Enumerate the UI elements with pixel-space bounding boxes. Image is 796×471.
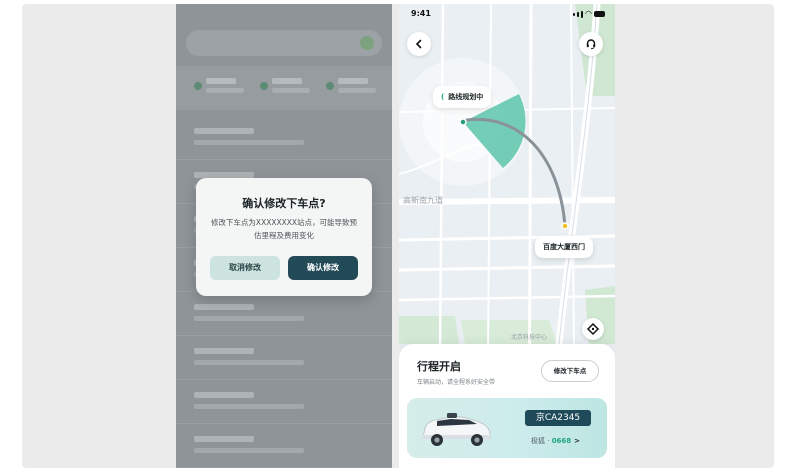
blurred-search-bar (186, 30, 382, 56)
status-icons: ◠ (573, 10, 605, 18)
blurred-tab (194, 78, 244, 98)
locate-button[interactable] (582, 318, 604, 340)
support-button[interactable] (579, 32, 603, 56)
headset-icon (586, 39, 596, 50)
confirm-button[interactable]: 确认修改 (288, 256, 358, 280)
list-item (176, 292, 392, 336)
car-image (422, 413, 492, 446)
origin-marker (459, 118, 467, 126)
car-code: 0668 (551, 437, 572, 445)
confirm-dialog: 确认修改下车点? 修改下车点为XXXXXXXX站点，可能导致预估里程及费用变化 … (196, 178, 372, 296)
cancel-button[interactable]: 取消修改 (210, 256, 280, 280)
dialog-body: 修改下车点为XXXXXXXX站点，可能导致预估里程及费用变化 (210, 218, 358, 240)
wifi-icon: ◠ (585, 9, 592, 18)
list-item (176, 336, 392, 380)
modify-dropoff-button[interactable]: 修改下车点 (541, 360, 599, 382)
destination-pill[interactable]: 百度大厦西门 (535, 236, 593, 258)
back-button[interactable] (407, 32, 431, 56)
bottom-map-label: 北京科技中心 (511, 334, 548, 341)
avatar (360, 36, 374, 50)
list-item (176, 380, 392, 424)
trip-subtitle: 车辆启动，请全程系好安全带 (417, 379, 496, 386)
chevron-left-icon (415, 39, 422, 49)
canvas: 确认修改下车点? 修改下车点为XXXXXXXX站点，可能导致预估里程及费用变化 … (22, 4, 774, 468)
route-status-pill: (路线规划中 (433, 86, 492, 108)
dialog-title: 确认修改下车点? (242, 197, 326, 210)
crosshair-icon (586, 322, 600, 336)
car-model-label: 极狐 · (531, 437, 552, 445)
car-info: 极狐 · 0668 > (531, 436, 580, 446)
status-time: 9:41 (411, 9, 431, 18)
chevron-right-icon: > (574, 437, 581, 445)
list-item (176, 116, 392, 160)
trip-panel: 行程开启 车辆启动，请全程系好安全带 修改下车点 京CA2345 极狐 · 06… (399, 344, 615, 468)
blurred-tabs (176, 66, 392, 110)
list-item (176, 424, 392, 468)
vehicle-card[interactable]: 京CA2345 极狐 · 0668 > (407, 398, 607, 458)
license-plate: 京CA2345 (525, 410, 591, 426)
route-status-label: 路线规划中 (448, 93, 484, 101)
battery-icon (594, 11, 605, 17)
spinner-icon: ( (441, 93, 445, 101)
blurred-tab (326, 78, 376, 98)
trip-title: 行程开启 (417, 360, 461, 373)
destination-marker (561, 222, 569, 230)
road-label: 高新南九道 (403, 196, 443, 205)
blurred-tab (260, 78, 310, 98)
right-phone-screen: 9:41 ◠ (路线规划中 高新南九道 百度大厦西门 北京科技中心 行程开启 车… (399, 4, 615, 468)
signal-icon (573, 12, 576, 16)
